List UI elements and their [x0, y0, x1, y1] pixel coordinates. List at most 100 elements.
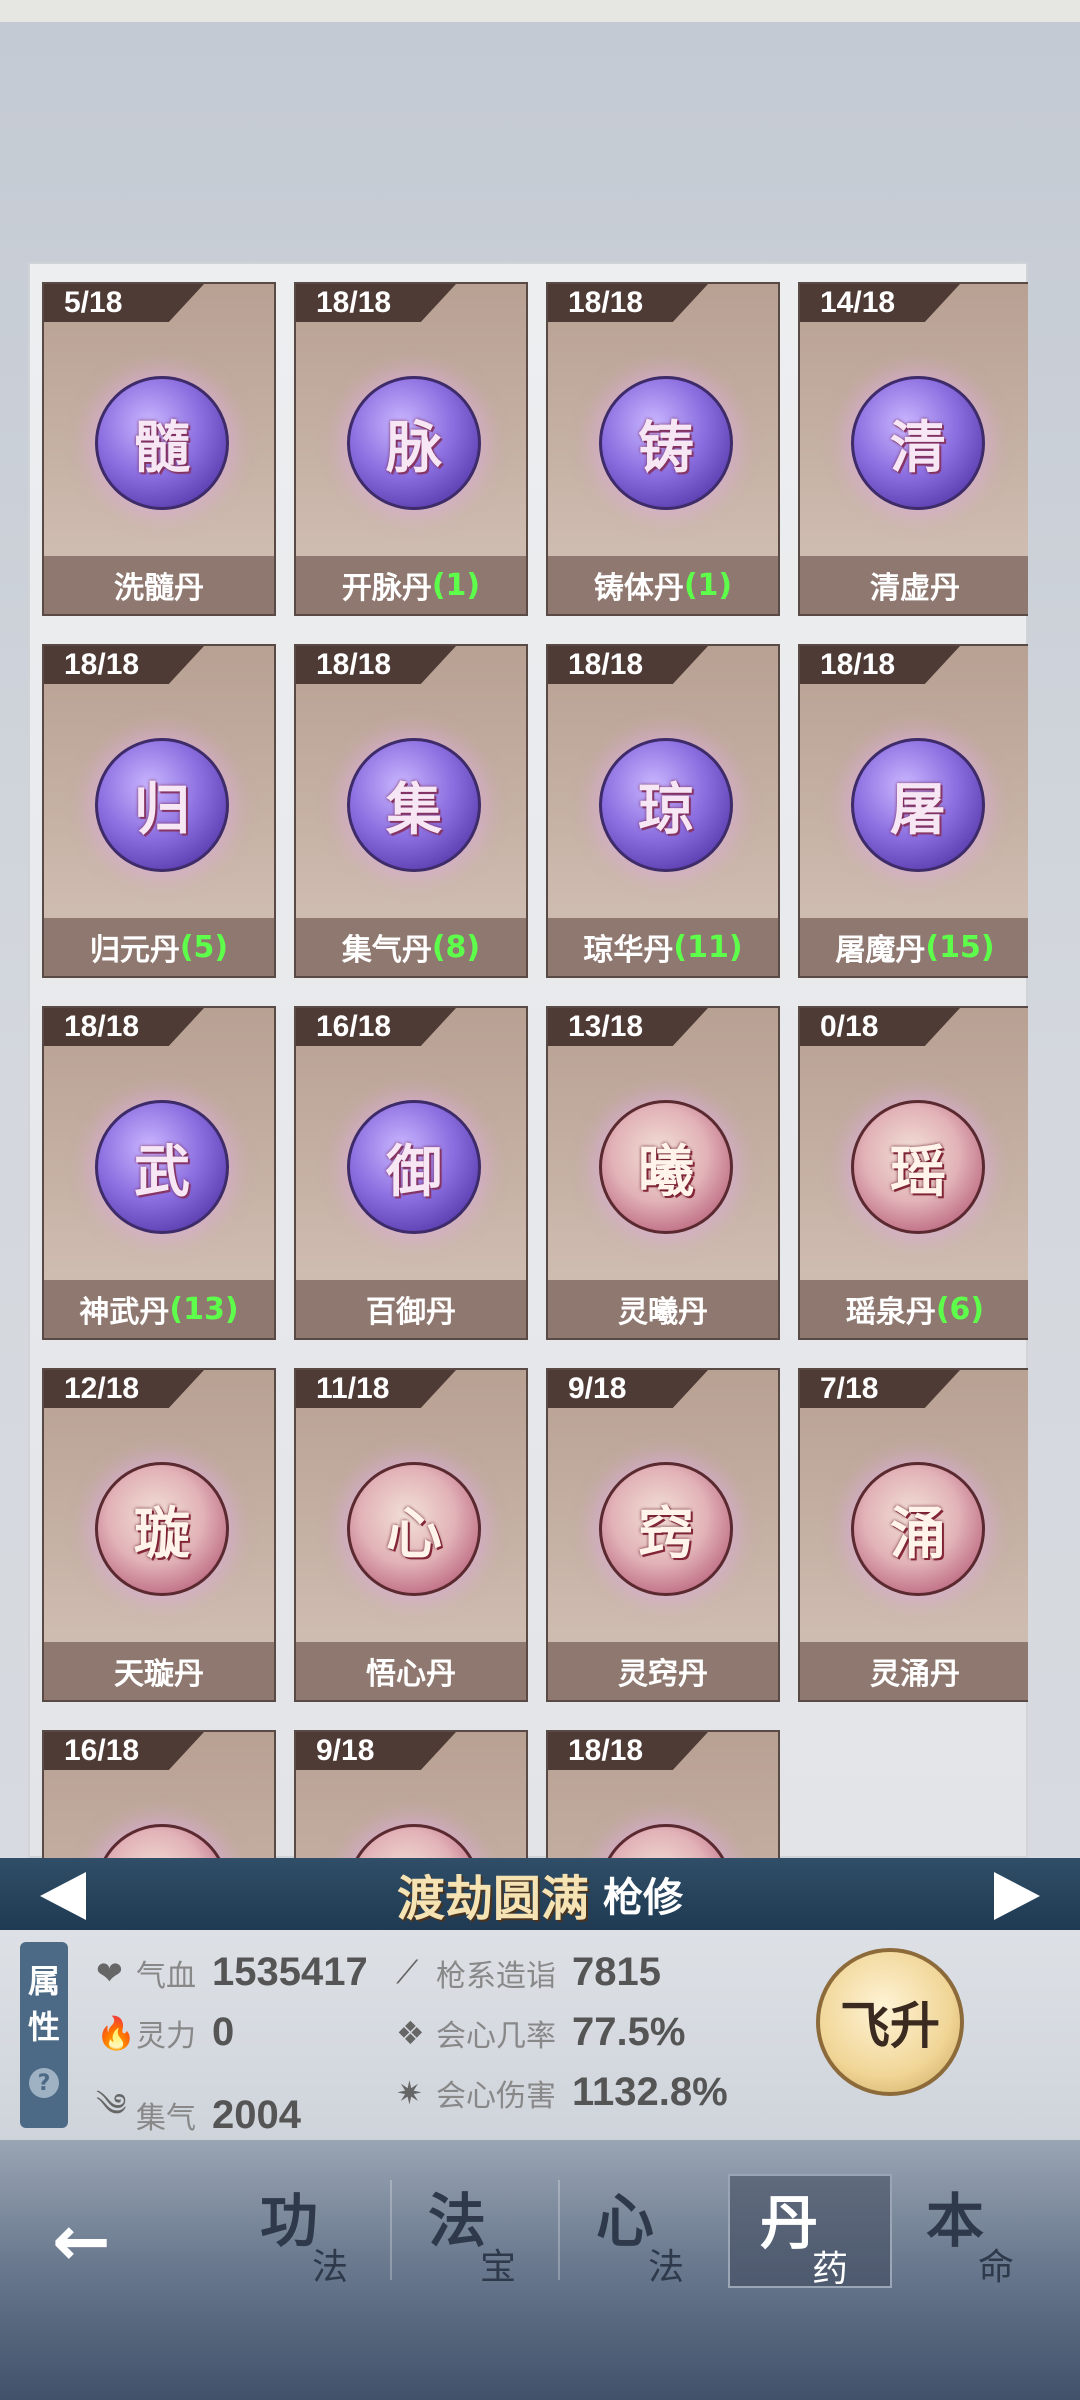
pill-bonus: (13): [169, 1291, 239, 1327]
tab-xinfa[interactable]: 心 法: [566, 2174, 726, 2288]
pill-name: 铸体丹: [593, 571, 684, 606]
stat-crit-dmg: ✷ 会心伤害 1132.8%: [396, 2070, 728, 2115]
pill-card[interactable]: 18/18: [546, 1730, 780, 1858]
stat-crit-dmg-value: 1132.8%: [572, 2070, 728, 2114]
pill-name: 开脉丹: [341, 571, 432, 606]
pill-name: 归元丹: [89, 933, 180, 968]
pill-card[interactable]: 18/18 武神武丹 (13): [42, 1006, 276, 1340]
pill-orb-char: 集: [386, 776, 442, 843]
pill-orb-icon: 武: [95, 1100, 229, 1234]
next-arrow-icon[interactable]: [994, 1872, 1040, 1920]
pill-count: 14/18: [820, 286, 896, 319]
top-strip: [0, 0, 1080, 22]
pill-card[interactable]: 0/18 瑶瑶泉丹 (6): [798, 1006, 1028, 1340]
pill-name: 百御丹: [366, 1295, 456, 1330]
pill-card[interactable]: 18/18 归归元丹 (5): [42, 644, 276, 978]
pill-count: 18/18: [568, 648, 644, 681]
pill-card[interactable]: 9/18 窍灵窍丹: [546, 1368, 780, 1702]
pill-name: 灵涌丹: [870, 1657, 960, 1692]
pill-name: 屠魔丹: [835, 933, 926, 968]
pill-count: 18/18: [316, 648, 392, 681]
pill-name-bar: 集气丹 (8): [296, 918, 526, 976]
pill-orb-char: 屠: [890, 776, 946, 843]
pill-orb-icon: [347, 1824, 481, 1858]
pill-name-bar: 悟心丹: [296, 1642, 526, 1700]
pill-orb-char: 归: [134, 776, 190, 843]
pill-card[interactable]: 18/18 屠屠魔丹 (15): [798, 644, 1028, 978]
pill-card[interactable]: 18/18 脉开脉丹 (1): [294, 282, 528, 616]
pill-orb-char: 心: [386, 1500, 442, 1567]
pill-card[interactable]: 12/18 璇天璇丹: [42, 1368, 276, 1702]
tab-gongfa[interactable]: 功 法: [230, 2174, 390, 2288]
pill-bonus: (6): [935, 1291, 985, 1327]
pill-orb-icon: [95, 1824, 229, 1858]
pill-card[interactable]: 16/18: [42, 1730, 276, 1858]
pill-card[interactable]: 14/18 清清虚丹: [798, 282, 1028, 616]
pill-name: 琼华丹: [583, 933, 674, 968]
stat-hp-label: 气血: [136, 1958, 196, 1994]
pill-name-bar: 铸体丹 (1): [548, 556, 778, 614]
help-icon[interactable]: ?: [29, 2068, 59, 2098]
cultivation-bar: 渡劫圆满 枪修: [0, 1858, 1080, 1930]
pill-orb-icon: 心: [347, 1462, 481, 1596]
pill-orb-icon: 髓: [95, 376, 229, 510]
pill-name-bar: 灵窍丹: [548, 1642, 778, 1700]
pill-card[interactable]: 18/18 琼琼华丹 (11): [546, 644, 780, 978]
pill-count: 0/18: [820, 1010, 879, 1043]
tab-gongfa-small: 法: [312, 2247, 349, 2288]
pill-card[interactable]: 7/18 涌灵涌丹: [798, 1368, 1028, 1702]
pill-name-bar: 百御丹: [296, 1280, 526, 1338]
pill-name-bar: 归元丹 (5): [44, 918, 274, 976]
knot-icon: ❖: [396, 2013, 425, 2052]
pill-count: 18/18: [820, 648, 896, 681]
pill-name: 洗髓丹: [114, 571, 204, 606]
nav-divider: [558, 2180, 560, 2280]
pill-name-bar: 清虚丹: [800, 556, 1028, 614]
pill-grid-panel[interactable]: 5/18 髓洗髓丹 18/18 脉开脉丹 (1) 18/18 铸铸体丹 (1) 14/18 清清虚…: [28, 262, 1028, 1858]
heart-icon: ❤: [96, 1953, 123, 1992]
pill-count: 9/18: [316, 1734, 375, 1767]
pill-card[interactable]: 18/18 铸铸体丹 (1): [546, 282, 780, 616]
pill-name-bar: 灵涌丹: [800, 1642, 1028, 1700]
pill-orb-char: 涌: [890, 1500, 946, 1567]
pill-orb-icon: 曦: [599, 1100, 733, 1234]
pill-card[interactable]: 16/18 御百御丹: [294, 1006, 528, 1340]
tab-gongfa-big: 功: [260, 2187, 319, 2255]
pill-name-bar: 洗髓丹: [44, 556, 274, 614]
tab-fabao[interactable]: 法 宝: [398, 2174, 558, 2288]
tab-benming-small: 命: [978, 2247, 1015, 2288]
tab-benming-big: 本: [926, 2187, 985, 2255]
pill-name: 灵曦丹: [618, 1295, 708, 1330]
pill-orb-char: 髓: [134, 414, 190, 481]
pill-orb-icon: 集: [347, 738, 481, 872]
pill-name: 神武丹: [79, 1295, 170, 1330]
pill-count: 18/18: [64, 1010, 140, 1043]
pill-bonus: (11): [673, 929, 743, 965]
tab-benming[interactable]: 本 命: [896, 2174, 1056, 2288]
stat-hp: ❤ 气血 1535417: [96, 1950, 368, 1995]
ascend-button[interactable]: 飞升: [816, 1948, 964, 2096]
pill-orb-icon: 脉: [347, 376, 481, 510]
pill-card[interactable]: 11/18 心悟心丹: [294, 1368, 528, 1702]
attributes-tab[interactable]: 属 性 ?: [20, 1942, 68, 2128]
pill-count: 13/18: [568, 1010, 644, 1043]
pill-orb-icon: 窍: [599, 1462, 733, 1596]
attributes-tab-label-2: 性: [27, 2008, 60, 2046]
pill-card[interactable]: 5/18 髓洗髓丹: [42, 282, 276, 616]
tab-fabao-small: 宝: [480, 2247, 517, 2288]
pill-card[interactable]: 18/18 集集气丹 (8): [294, 644, 528, 978]
stat-crit-rate: ❖ 会心几率 77.5%: [396, 2010, 685, 2055]
back-arrow-icon[interactable]: ←: [52, 2200, 111, 2282]
pill-bonus: (1): [431, 567, 481, 603]
prev-arrow-icon[interactable]: [40, 1872, 86, 1920]
pill-count: 18/18: [568, 1734, 644, 1767]
pill-orb-char: 清: [890, 414, 946, 481]
stat-crit-rate-label: 会心几率: [436, 2018, 556, 2054]
tab-danyao[interactable]: 丹 药: [728, 2174, 892, 2290]
stat-crit-rate-value: 77.5%: [572, 2010, 686, 2054]
pill-count: 7/18: [820, 1372, 879, 1405]
pill-card[interactable]: 13/18 曦灵曦丹: [546, 1006, 780, 1340]
pill-card[interactable]: 9/18: [294, 1730, 528, 1858]
tab-fabao-big: 法: [428, 2187, 487, 2255]
pill-orb-char: 窍: [638, 1500, 694, 1567]
